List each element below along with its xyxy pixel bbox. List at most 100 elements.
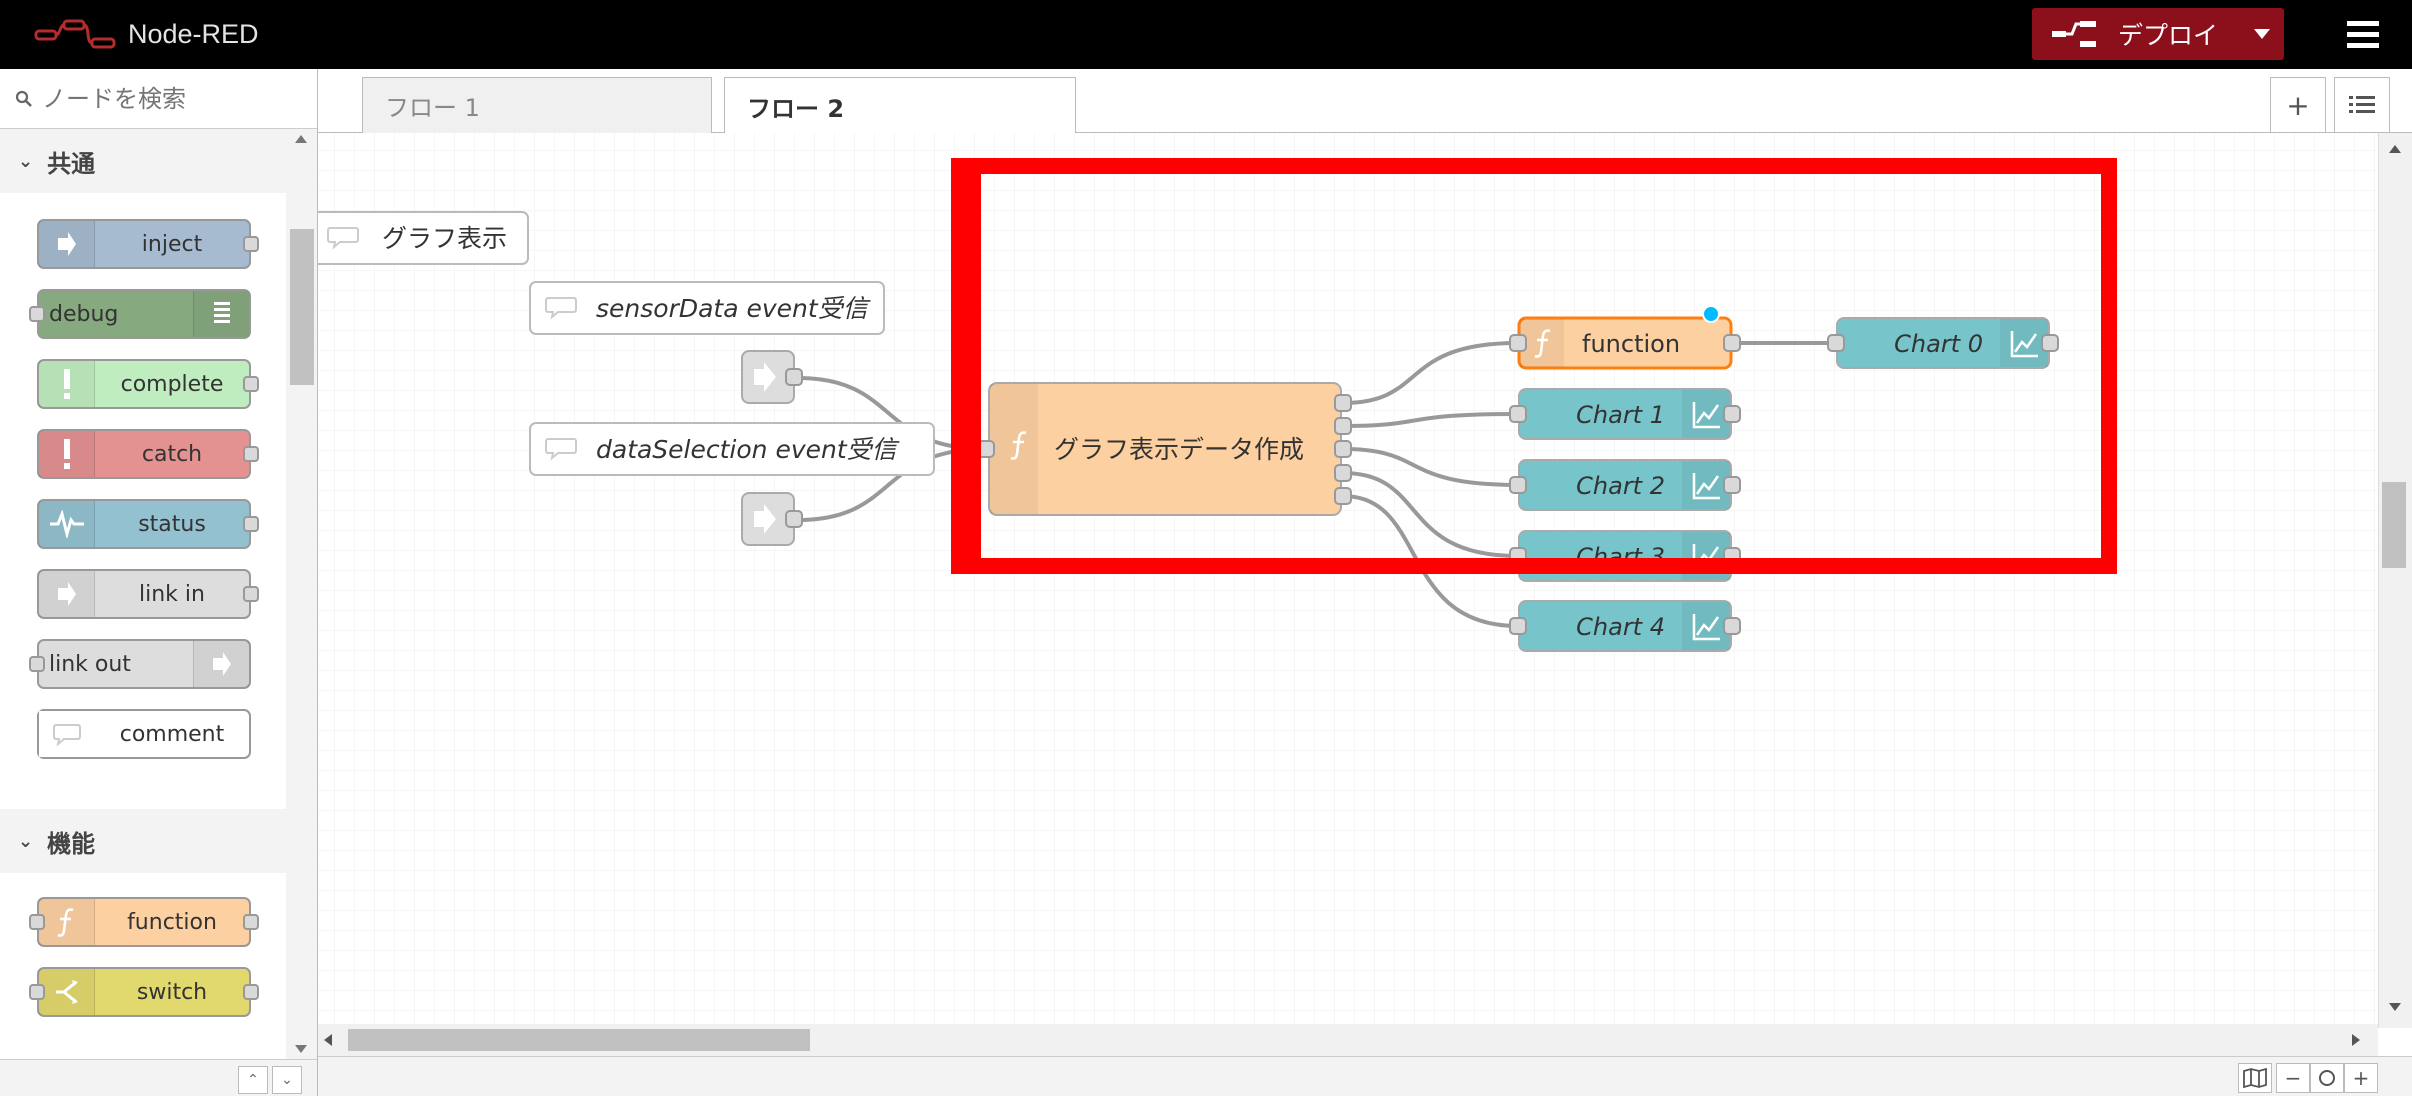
comment-node-dataselection[interactable]: dataSelection event受信 xyxy=(529,422,935,476)
input-port xyxy=(29,914,45,930)
palette-footer: ⌃ ⌄ xyxy=(0,1059,317,1096)
output-port xyxy=(1723,476,1741,494)
output-port xyxy=(2041,334,2059,352)
canvas-horizontal-scrollbar-thumb[interactable] xyxy=(348,1029,810,1051)
palette-scrollbar-thumb[interactable] xyxy=(290,229,314,385)
input-port xyxy=(1509,617,1527,635)
output-port xyxy=(1334,417,1352,435)
minus-icon: − xyxy=(2284,1066,2302,1090)
collapse-all-button[interactable]: ⌃ xyxy=(238,1066,268,1094)
palette-search-input[interactable] xyxy=(42,84,302,113)
palette-node-link-in[interactable]: link in xyxy=(37,569,259,619)
palette-node-inject[interactable]: inject xyxy=(37,219,259,269)
category-label: 機能 xyxy=(47,829,96,858)
flow-canvas-svg[interactable]: グラフ表示 sensorData event受信 dataSelection e… xyxy=(318,133,2378,1028)
plus-icon: + xyxy=(2352,1066,2370,1090)
circle-icon xyxy=(2319,1070,2335,1086)
hamburger-bar xyxy=(2347,20,2379,26)
workspace-footer: − + xyxy=(318,1056,2412,1096)
flow-canvas[interactable]: グラフ表示 sensorData event受信 dataSelection e… xyxy=(318,133,2378,1028)
tab-flow-2[interactable]: フロー 2 xyxy=(724,77,1076,134)
input-port xyxy=(1509,405,1527,423)
output-port xyxy=(243,914,259,930)
pulse-icon xyxy=(39,501,95,547)
palette-list: ⌄ 共通 inject debug complete catch status … xyxy=(0,129,286,1061)
palette-node-comment[interactable]: comment xyxy=(37,709,251,759)
comment-label: dataSelection event受信 xyxy=(596,435,900,464)
category-header-function[interactable]: ⌄ 機能 xyxy=(0,809,286,873)
comment-node-graph-display[interactable]: グラフ表示 xyxy=(318,211,529,265)
palette-node-label: switch xyxy=(136,979,208,1005)
speech-bubble-icon xyxy=(39,711,95,757)
main-menu-button[interactable] xyxy=(2340,12,2386,56)
node-label: Chart 4 xyxy=(1576,613,1665,641)
chart-node-4[interactable]: Chart 4 xyxy=(1509,600,1741,652)
list-icon xyxy=(2349,96,2375,113)
output-port xyxy=(1723,405,1741,423)
output-port xyxy=(243,446,259,462)
output-port xyxy=(243,236,259,252)
search-icon xyxy=(15,90,32,107)
zoom-reset-button[interactable] xyxy=(2310,1063,2344,1093)
list-lines-icon xyxy=(193,291,249,337)
scroll-left-arrow-icon xyxy=(324,1034,332,1046)
node-icon-area xyxy=(990,384,1038,514)
changed-indicator-dot xyxy=(1702,305,1720,323)
function-icon xyxy=(39,899,95,945)
palette-node-catch[interactable]: catch xyxy=(37,429,259,479)
deploy-options-button[interactable] xyxy=(2240,8,2284,60)
plus-icon: + xyxy=(2286,88,2310,122)
header-bar: Node-RED デプロイ xyxy=(0,0,2412,69)
comment-node-sensordata[interactable]: sensorData event受信 xyxy=(529,281,885,335)
category-header-common[interactable]: ⌄ 共通 xyxy=(0,129,286,193)
zoom-in-button[interactable]: + xyxy=(2344,1063,2378,1093)
node-label: グラフ表示データ作成 xyxy=(1054,435,1304,464)
palette-node-complete[interactable]: complete xyxy=(37,359,259,409)
navigator-button[interactable] xyxy=(2238,1063,2272,1093)
palette-node-switch[interactable]: switch xyxy=(29,967,259,1017)
output-port xyxy=(785,368,803,386)
output-port xyxy=(243,984,259,1000)
canvas-vertical-scrollbar-thumb[interactable] xyxy=(2382,482,2406,568)
hamburger-bar xyxy=(2347,42,2379,48)
node-label: Chart 0 xyxy=(1894,330,1983,358)
scroll-up-arrow-icon xyxy=(2389,145,2401,153)
canvas-vertical-scrollbar[interactable] xyxy=(2378,133,2412,1028)
output-port xyxy=(243,586,259,602)
switch-icon xyxy=(39,969,95,1015)
chart-node-1[interactable]: Chart 1 xyxy=(1509,388,1741,440)
arrow-right-icon xyxy=(39,221,95,267)
double-chevron-down-icon: ⌄ xyxy=(281,1072,293,1088)
palette-node-function[interactable]: function xyxy=(29,897,259,947)
palette-node-debug[interactable]: debug xyxy=(29,289,251,339)
chart-node-2[interactable]: Chart 2 xyxy=(1509,459,1741,511)
zoom-out-button[interactable]: − xyxy=(2276,1063,2310,1093)
link-in-node-2[interactable] xyxy=(741,492,803,546)
scroll-right-arrow-icon xyxy=(2352,1034,2360,1046)
deploy-button[interactable]: デプロイ xyxy=(2032,8,2284,60)
output-port xyxy=(243,376,259,392)
input-port xyxy=(29,306,45,322)
palette-node-label: status xyxy=(138,511,206,537)
chart-node-0[interactable]: Chart 0 xyxy=(1827,317,2059,369)
flow-list-button[interactable] xyxy=(2334,77,2390,133)
palette-node-status[interactable]: status xyxy=(37,499,259,549)
app-title: Node-RED xyxy=(128,18,259,49)
palette-node-label: function xyxy=(127,909,217,935)
palette-search-bar xyxy=(0,69,317,129)
output-port xyxy=(1723,617,1741,635)
link-in-node-1[interactable] xyxy=(741,350,803,404)
node-label: Chart 1 xyxy=(1576,401,1665,429)
output-port xyxy=(1334,394,1352,412)
category-body-function: function switch xyxy=(0,873,286,1061)
chevron-down-icon: ⌄ xyxy=(18,150,34,172)
palette-node-label: debug xyxy=(49,301,119,327)
deploy-icon xyxy=(2052,21,2096,47)
function-node-graph-data[interactable]: グラフ表示データ作成 xyxy=(977,382,1352,516)
expand-all-button[interactable]: ⌄ xyxy=(272,1066,302,1094)
tab-flow-1[interactable]: フロー 1 xyxy=(362,77,712,133)
scroll-up-arrow-icon xyxy=(295,135,307,143)
palette-node-label: inject xyxy=(141,231,203,257)
palette-node-link-out[interactable]: link out xyxy=(29,639,251,689)
add-flow-button[interactable]: + xyxy=(2270,77,2326,133)
